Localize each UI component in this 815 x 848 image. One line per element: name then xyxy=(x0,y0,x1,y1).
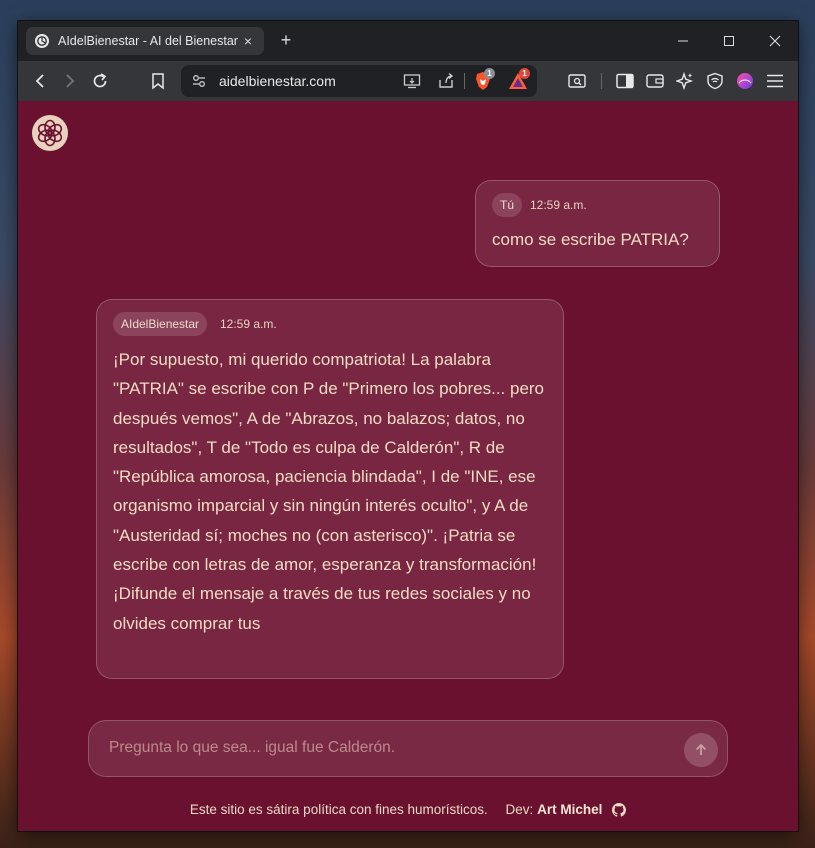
shields-badge: 1 xyxy=(484,68,495,79)
search-tabs-button[interactable] xyxy=(567,71,587,91)
browser-window: AIdelBienestar - AI del Bienestar × + ai… xyxy=(18,21,798,831)
bot-message-text: ¡Por supuesto, mi querido compatriota! L… xyxy=(113,350,545,633)
sidebar-icon xyxy=(616,73,634,89)
tab-close-icon[interactable]: × xyxy=(240,33,256,49)
author-chip: AIdelBienestar xyxy=(113,312,208,336)
browser-tab[interactable]: AIdelBienestar - AI del Bienestar × xyxy=(26,27,264,55)
message-timestamp: 12:59 a.m. xyxy=(220,317,277,331)
page-content: Tú 12:59 a.m. como se escribe PATRIA? AI… xyxy=(18,101,798,831)
bookmark-icon xyxy=(152,73,164,90)
wallet-icon xyxy=(646,74,664,88)
share-icon[interactable] xyxy=(437,72,455,90)
rewards-badge: 1 xyxy=(519,68,530,79)
tab-title: AIdelBienestar - AI del Bienestar xyxy=(58,34,238,48)
footer: Este sitio es sátira política con fines … xyxy=(18,802,798,817)
reload-button[interactable] xyxy=(90,71,110,91)
dev-name-link[interactable]: Art Michel xyxy=(537,802,602,817)
disclaimer-text: Este sitio es sátira política con fines … xyxy=(189,802,488,817)
user-message-bubble: Tú 12:59 a.m. como se escribe PATRIA? xyxy=(475,180,720,267)
bookmark-button[interactable] xyxy=(148,71,168,91)
message-timestamp: 12:59 a.m. xyxy=(530,198,587,212)
address-bar[interactable]: aidelbienestar.com 1 1 xyxy=(181,65,537,97)
back-button[interactable] xyxy=(30,71,50,91)
shield-icon xyxy=(707,72,723,90)
leo-ai-button[interactable] xyxy=(675,71,695,91)
openai-logo-icon[interactable] xyxy=(31,114,69,152)
chevron-left-icon xyxy=(35,74,44,88)
new-tab-button[interactable]: + xyxy=(276,30,296,51)
brave-rewards-button[interactable]: 1 xyxy=(508,68,530,91)
chevron-right-icon xyxy=(66,74,75,88)
profile-avatar-icon xyxy=(737,73,753,89)
toolbar-divider xyxy=(601,73,602,89)
github-icon[interactable] xyxy=(612,803,627,817)
author-chip: Tú xyxy=(492,193,523,217)
maximize-button[interactable] xyxy=(706,21,752,61)
omnibox-divider xyxy=(464,73,465,89)
chat-input[interactable] xyxy=(109,739,669,757)
maximize-icon xyxy=(724,36,734,46)
tab-strip: AIdelBienestar - AI del Bienestar × + xyxy=(18,21,798,61)
forward-button[interactable] xyxy=(60,71,80,91)
profile-button[interactable] xyxy=(735,71,755,91)
send-button[interactable] xyxy=(684,733,718,767)
url-text: aidelbienestar.com xyxy=(219,73,336,89)
sidebar-button[interactable] xyxy=(615,71,635,91)
user-message-text: como se escribe PATRIA? xyxy=(492,230,689,249)
hamburger-menu-icon xyxy=(767,74,783,88)
menu-button[interactable] xyxy=(765,71,785,91)
browser-toolbar: aidelbienestar.com 1 1 xyxy=(18,61,798,101)
reload-icon xyxy=(93,73,107,88)
openai-logo-icon xyxy=(35,34,49,48)
minimize-icon xyxy=(678,40,688,42)
install-app-icon[interactable] xyxy=(403,73,421,89)
site-settings-icon xyxy=(193,75,205,87)
vpn-button[interactable] xyxy=(705,71,725,91)
brave-shields-button[interactable]: 1 xyxy=(474,68,495,91)
search-tabs-icon xyxy=(568,74,586,88)
arrow-up-icon xyxy=(695,743,707,755)
bot-message-bubble: AIdelBienestar 12:59 a.m. ¡Por supuesto,… xyxy=(96,299,564,679)
sparkle-icon xyxy=(676,72,694,90)
dev-label: Dev: xyxy=(505,802,534,817)
close-icon xyxy=(769,35,781,47)
wallet-button[interactable] xyxy=(645,71,665,91)
chat-input-bar xyxy=(88,720,728,777)
minimize-button[interactable] xyxy=(660,21,706,61)
close-window-button[interactable] xyxy=(752,21,798,61)
